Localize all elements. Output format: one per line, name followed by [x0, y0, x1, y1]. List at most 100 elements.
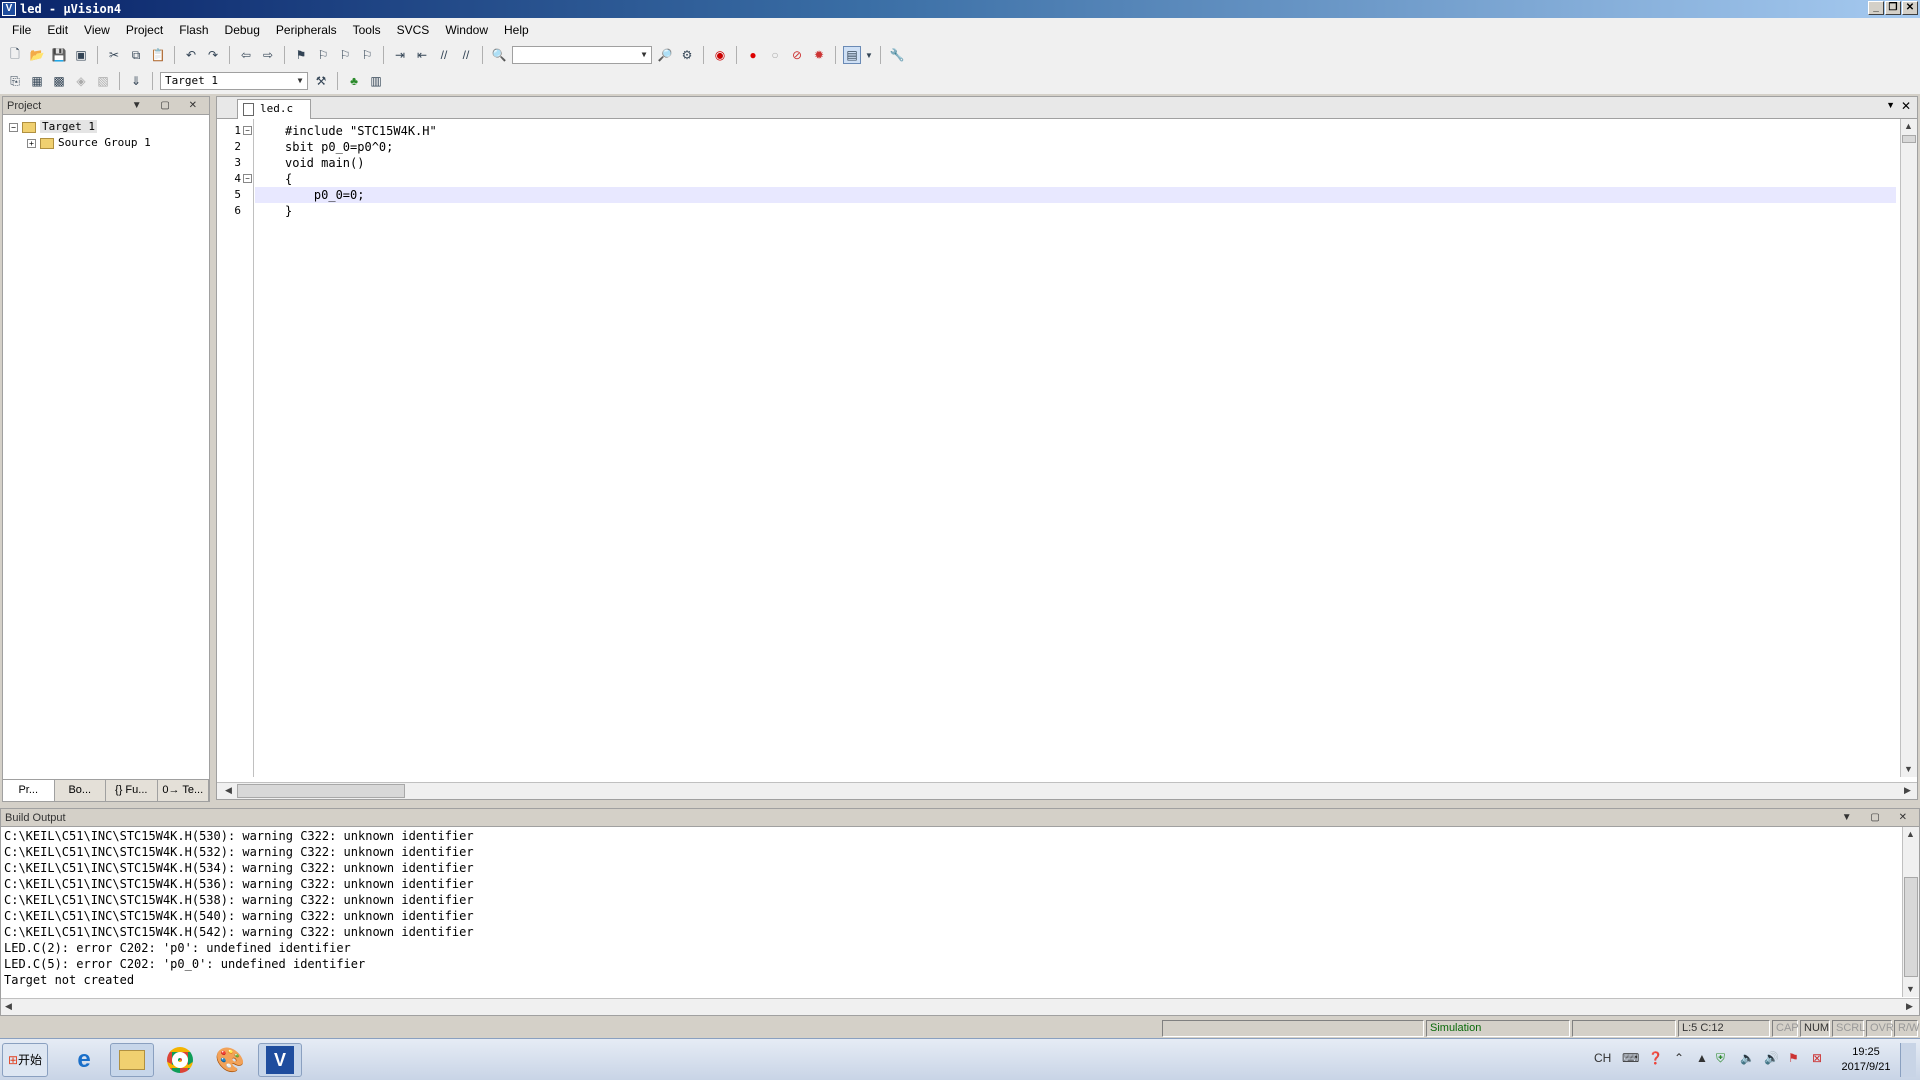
speaker-icon[interactable]: 🔊	[1764, 1051, 1779, 1065]
incremental-find-icon[interactable]: 🔎	[656, 46, 674, 64]
menu-view[interactable]: View	[76, 18, 118, 42]
scroll-right-icon[interactable]: ▶	[1900, 783, 1915, 798]
breakpoint-disable-all-icon[interactable]: ⊘	[788, 46, 806, 64]
manage-books-icon[interactable]: ▥	[367, 72, 385, 90]
breakpoint-disable-icon[interactable]: ○	[766, 46, 784, 64]
taskbar-paint[interactable]: 🎨	[208, 1043, 252, 1077]
window-layout-icon[interactable]: ▤	[843, 46, 861, 64]
breakpoint-kill-all-icon[interactable]: ✹	[810, 46, 828, 64]
menu-debug[interactable]: Debug	[217, 18, 268, 42]
scroll-thumb[interactable]	[1902, 135, 1916, 143]
close-button[interactable]: ✕	[1902, 1, 1918, 15]
copy-icon[interactable]: ⧉	[127, 46, 145, 64]
menu-svcs[interactable]: SVCS	[389, 18, 438, 42]
breakpoint-icon[interactable]: ●	[744, 46, 762, 64]
tab-led-c[interactable]: led.c	[237, 99, 311, 119]
app-icon[interactable]: V	[2, 2, 16, 16]
keyboard-icon[interactable]: ⌨	[1622, 1051, 1639, 1065]
collapse-icon[interactable]: −	[9, 122, 18, 132]
network-icon[interactable]: ⊠	[1812, 1051, 1822, 1065]
manage-components-icon[interactable]: ♣	[345, 72, 363, 90]
save-all-icon[interactable]: ▣	[72, 46, 90, 64]
scroll-down-icon[interactable]: ▼	[1903, 982, 1918, 997]
fold-icon[interactable]: −	[243, 174, 252, 183]
code-line[interactable]: }	[255, 203, 1896, 219]
tree-node-target[interactable]: − Target 1	[9, 119, 209, 135]
tab-project[interactable]: Pr...	[3, 780, 55, 801]
scroll-thumb[interactable]	[1904, 877, 1918, 977]
help-icon[interactable]: ❓	[1648, 1051, 1663, 1065]
start-button[interactable]: ⊞开始	[2, 1043, 48, 1077]
tab-functions[interactable]: {} Fu...	[106, 780, 158, 801]
code-line-current[interactable]: p0_0=0;	[255, 187, 1896, 203]
menu-peripherals[interactable]: Peripherals	[268, 18, 345, 42]
next-bookmark-icon[interactable]: ⚐	[336, 46, 354, 64]
scroll-up-icon[interactable]: ▲	[1903, 827, 1918, 842]
action-center-icon[interactable]: ⚑	[1788, 1051, 1799, 1065]
stop-build-icon[interactable]: ▧	[94, 72, 112, 90]
taskbar-explorer[interactable]	[110, 1043, 154, 1077]
debug-start-icon[interactable]: ◉	[711, 46, 729, 64]
code-line[interactable]: {	[255, 171, 1896, 187]
translate-icon[interactable]: ⎘	[6, 72, 24, 90]
volume-icon[interactable]: 🔈	[1740, 1051, 1755, 1065]
tab-list-icon[interactable]: ▼	[1886, 100, 1895, 110]
uncomment-icon[interactable]: //	[457, 46, 475, 64]
panel-controls[interactable]: ▼ ▢ ✕	[132, 97, 205, 115]
fold-icon[interactable]: −	[243, 126, 252, 135]
nav-back-icon[interactable]: ⇦	[237, 46, 255, 64]
nav-forward-icon[interactable]: ⇨	[259, 46, 277, 64]
new-file-icon[interactable]: 🗋	[6, 46, 24, 64]
menu-tools[interactable]: Tools	[345, 18, 389, 42]
bookmark-icon[interactable]: ⚑	[292, 46, 310, 64]
editor-horizontal-scrollbar[interactable]: ◀ ▶	[217, 782, 1917, 799]
redo-icon[interactable]: ↷	[204, 46, 222, 64]
menu-project[interactable]: Project	[118, 18, 171, 42]
code-line[interactable]: sbit p0_0=p0^0;	[255, 139, 1896, 155]
code-line[interactable]: #include "STC15W4K.H"	[255, 123, 1896, 139]
scroll-down-icon[interactable]: ▼	[1901, 762, 1916, 777]
tab-templates[interactable]: 0→ Te...	[157, 780, 209, 801]
chevron-down-icon[interactable]: ▼	[865, 46, 873, 64]
unindent-icon[interactable]: ⇤	[413, 46, 431, 64]
find-in-files-icon[interactable]: 🔍	[490, 46, 508, 64]
download-icon[interactable]: ⇓	[127, 72, 145, 90]
paste-icon[interactable]: 📋	[149, 46, 167, 64]
tab-books[interactable]: Bo...	[54, 780, 106, 801]
taskbar-chrome[interactable]	[158, 1043, 202, 1077]
find-combo[interactable]: ▼	[512, 46, 652, 64]
language-indicator[interactable]: CH	[1594, 1051, 1611, 1065]
wrench-icon[interactable]: 🔧	[888, 46, 906, 64]
scroll-left-icon[interactable]: ◀	[1, 999, 16, 1014]
build-icon[interactable]: ▦	[28, 72, 46, 90]
clock[interactable]: 19:25 2017/9/21	[1840, 1045, 1892, 1075]
build-output-text[interactable]: C:\KEIL\C51\INC\STC15W4K.H(530): warning…	[1, 827, 1919, 988]
security-shield-icon[interactable]: ⛨	[1716, 1051, 1725, 1066]
menu-flash[interactable]: Flash	[171, 18, 216, 42]
rebuild-icon[interactable]: ▩	[50, 72, 68, 90]
prev-bookmark-icon[interactable]: ⚐	[314, 46, 332, 64]
minimize-button[interactable]: _	[1868, 1, 1884, 15]
tray-expand-icon[interactable]: ⌃	[1674, 1051, 1684, 1065]
menu-help[interactable]: Help	[496, 18, 537, 42]
open-folder-icon[interactable]: 📂	[28, 46, 46, 64]
target-select[interactable]: Target 1 ▼	[160, 72, 308, 90]
clear-bookmarks-icon[interactable]: ⚐	[358, 46, 376, 64]
close-editor-icon[interactable]: ✕	[1901, 99, 1911, 113]
cut-icon[interactable]: ✂	[105, 46, 123, 64]
save-icon[interactable]: 💾	[50, 46, 68, 64]
restore-button[interactable]: ❐	[1885, 1, 1901, 15]
output-horizontal-scrollbar[interactable]: ◀ ▶	[1, 998, 1919, 1015]
configure-icon[interactable]: ⚙	[678, 46, 696, 64]
code-line[interactable]: void main()	[255, 155, 1896, 171]
menu-edit[interactable]: Edit	[39, 18, 76, 42]
editor-vertical-scrollbar[interactable]: ▲ ▼	[1900, 119, 1917, 777]
expand-icon[interactable]: +	[27, 138, 36, 148]
target-options-icon[interactable]: ⚒	[312, 72, 330, 90]
scroll-up-icon[interactable]: ▲	[1901, 119, 1916, 134]
batch-build-icon[interactable]: ◈	[72, 72, 90, 90]
menu-file[interactable]: File	[4, 18, 39, 42]
taskbar-uvision[interactable]: V	[258, 1043, 302, 1077]
scroll-right-icon[interactable]: ▶	[1902, 999, 1917, 1014]
comment-icon[interactable]: //	[435, 46, 453, 64]
